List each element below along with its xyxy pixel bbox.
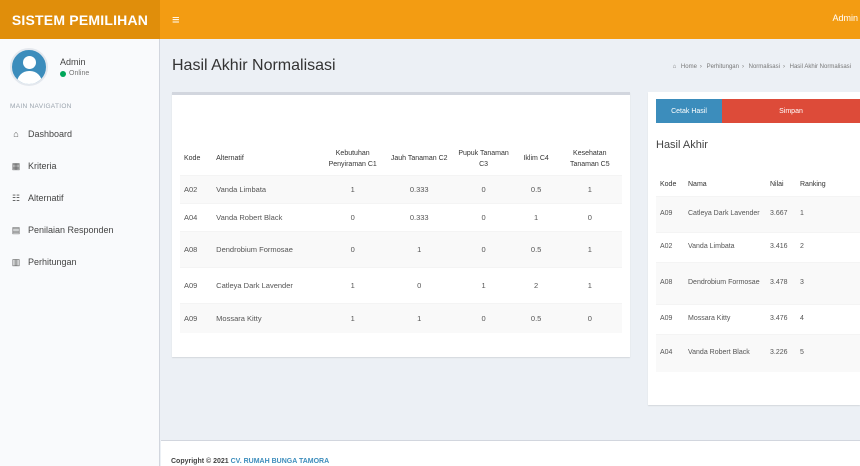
breadcrumb-current: Hasil Akhir Normalisasi — [789, 64, 851, 70]
online-status-icon — [60, 70, 66, 77]
penilaian-icon: ▤ — [11, 224, 21, 235]
col-ranking: Ranking — [800, 181, 826, 189]
table-row: A02 Vanda Limbata 1 0.333 0 0.5 1 — [180, 174, 622, 203]
col-kode: Kode — [184, 155, 201, 163]
app-brand[interactable]: SISTEM PEMILIHAN — [0, 0, 160, 39]
normalization-box: Kode Alternatif Kebutuhan Penyiraman C1 … — [172, 92, 630, 357]
sidebar-item-kriteria[interactable]: ▦ Kriteria — [0, 150, 159, 182]
sidebar-item-penilaian-responden[interactable]: ▤ Penilaian Responden — [0, 214, 159, 246]
sidebar-item-label: Dashboard — [28, 129, 73, 139]
top-user-menu[interactable]: Admin — [832, 13, 858, 23]
col-c2: Jauh Tanaman C2 — [390, 155, 448, 163]
col-kode: Kode — [660, 181, 677, 189]
sidebar-item-perhitungan[interactable]: ▥ Perhitungan — [0, 246, 159, 278]
table-row: A08 Dendrobium Formosae 3.478 3 — [656, 261, 860, 304]
col-c4: Iklim C4 — [523, 155, 549, 163]
final-result-box: Cetak Hasil Simpan Hasil Akhir Kode Nama… — [648, 92, 860, 405]
table-row: A09 Catleya Dark Lavender 3.667 1 — [656, 195, 860, 232]
sidebar-item-label: Penilaian Responden — [28, 225, 114, 235]
col-nilai: Nilai — [770, 181, 784, 189]
menu-toggle-icon[interactable]: ≡ — [172, 12, 180, 27]
page-title: Hasil Akhir Normalisasi — [172, 57, 336, 74]
table-row: A09 Mossara Kitty 3.476 4 — [656, 303, 860, 334]
table-row: A04 Vanda Robert Black 0 0.333 0 1 0 — [180, 202, 622, 231]
home-icon: ⌂ — [672, 64, 677, 70]
footer-copyright: Copyright © 2021 — [171, 458, 229, 465]
col-c1: Kebutuhan Penyiraman C1 — [328, 149, 377, 168]
sidebar-item-label: Kriteria — [28, 161, 57, 171]
perhitungan-icon: ▥ — [11, 256, 21, 267]
table-header-row: Kode Nama Nilai Ranking — [656, 174, 860, 196]
save-button[interactable]: Simpan — [722, 99, 860, 123]
col-c3: Pupuk Tanaman C3 — [458, 149, 509, 168]
user-name: Admin — [60, 57, 86, 67]
sidebar: Admin Online MAIN NAVIGATION ⌂ Dashboard… — [0, 39, 160, 466]
table-row: A08 Dendrobium Formosae 0 1 0 0.5 1 — [180, 230, 622, 267]
user-panel: Admin Online — [0, 39, 159, 95]
table-header-row: Kode Alternatif Kebutuhan Penyiraman C1 … — [180, 143, 622, 175]
col-alternatif: Alternatif — [216, 155, 244, 163]
final-result-table: Kode Nama Nilai Ranking A09 Catleya Dark… — [656, 174, 860, 372]
breadcrumb-perhitungan[interactable]: Perhitungan — [707, 64, 739, 70]
dashboard-icon: ⌂ — [13, 129, 19, 139]
sidebar-item-alternatif[interactable]: ☷ Alternatif — [0, 182, 159, 214]
print-result-button[interactable]: Cetak Hasil — [656, 99, 722, 123]
user-status: Online — [69, 70, 90, 77]
menu-header: MAIN NAVIGATION — [10, 103, 72, 110]
breadcrumb-home[interactable]: Home — [681, 64, 697, 70]
normalization-table: Kode Alternatif Kebutuhan Penyiraman C1 … — [180, 143, 622, 333]
sidebar-item-label: Alternatif — [28, 193, 64, 203]
table-row: A09 Catleya Dark Lavender 1 0 1 2 1 — [180, 266, 622, 303]
final-result-title: Hasil Akhir — [656, 139, 708, 151]
top-navbar: SISTEM PEMILIHAN ≡ Admin — [0, 0, 860, 39]
col-c5: Kesehatan Tanaman C5 — [569, 149, 610, 168]
alternatif-icon: ☷ — [11, 192, 21, 203]
table-row: A02 Vanda Limbata 3.416 2 — [656, 231, 860, 262]
avatar — [10, 48, 48, 86]
footer: Copyright © 2021 CV. RUMAH BUNGA TAMORA — [161, 440, 860, 466]
sidebar-item-label: Perhitungan — [28, 257, 77, 267]
kriteria-icon: ▦ — [11, 160, 21, 171]
footer-company-link[interactable]: CV. RUMAH BUNGA TAMORA — [231, 458, 330, 465]
breadcrumb-normalisasi[interactable]: Normalisasi — [749, 64, 780, 70]
sidebar-item-dashboard[interactable]: ⌂ Dashboard — [0, 118, 159, 150]
table-row: A09 Mossara Kitty 1 1 0 0.5 0 — [180, 302, 622, 333]
col-nama: Nama — [688, 181, 707, 189]
breadcrumb: ⌂ Home › Perhitungan › Normalisasi › Hasil … — [672, 64, 851, 70]
table-row: A04 Vanda Robert Black 3.226 5 — [656, 333, 860, 372]
